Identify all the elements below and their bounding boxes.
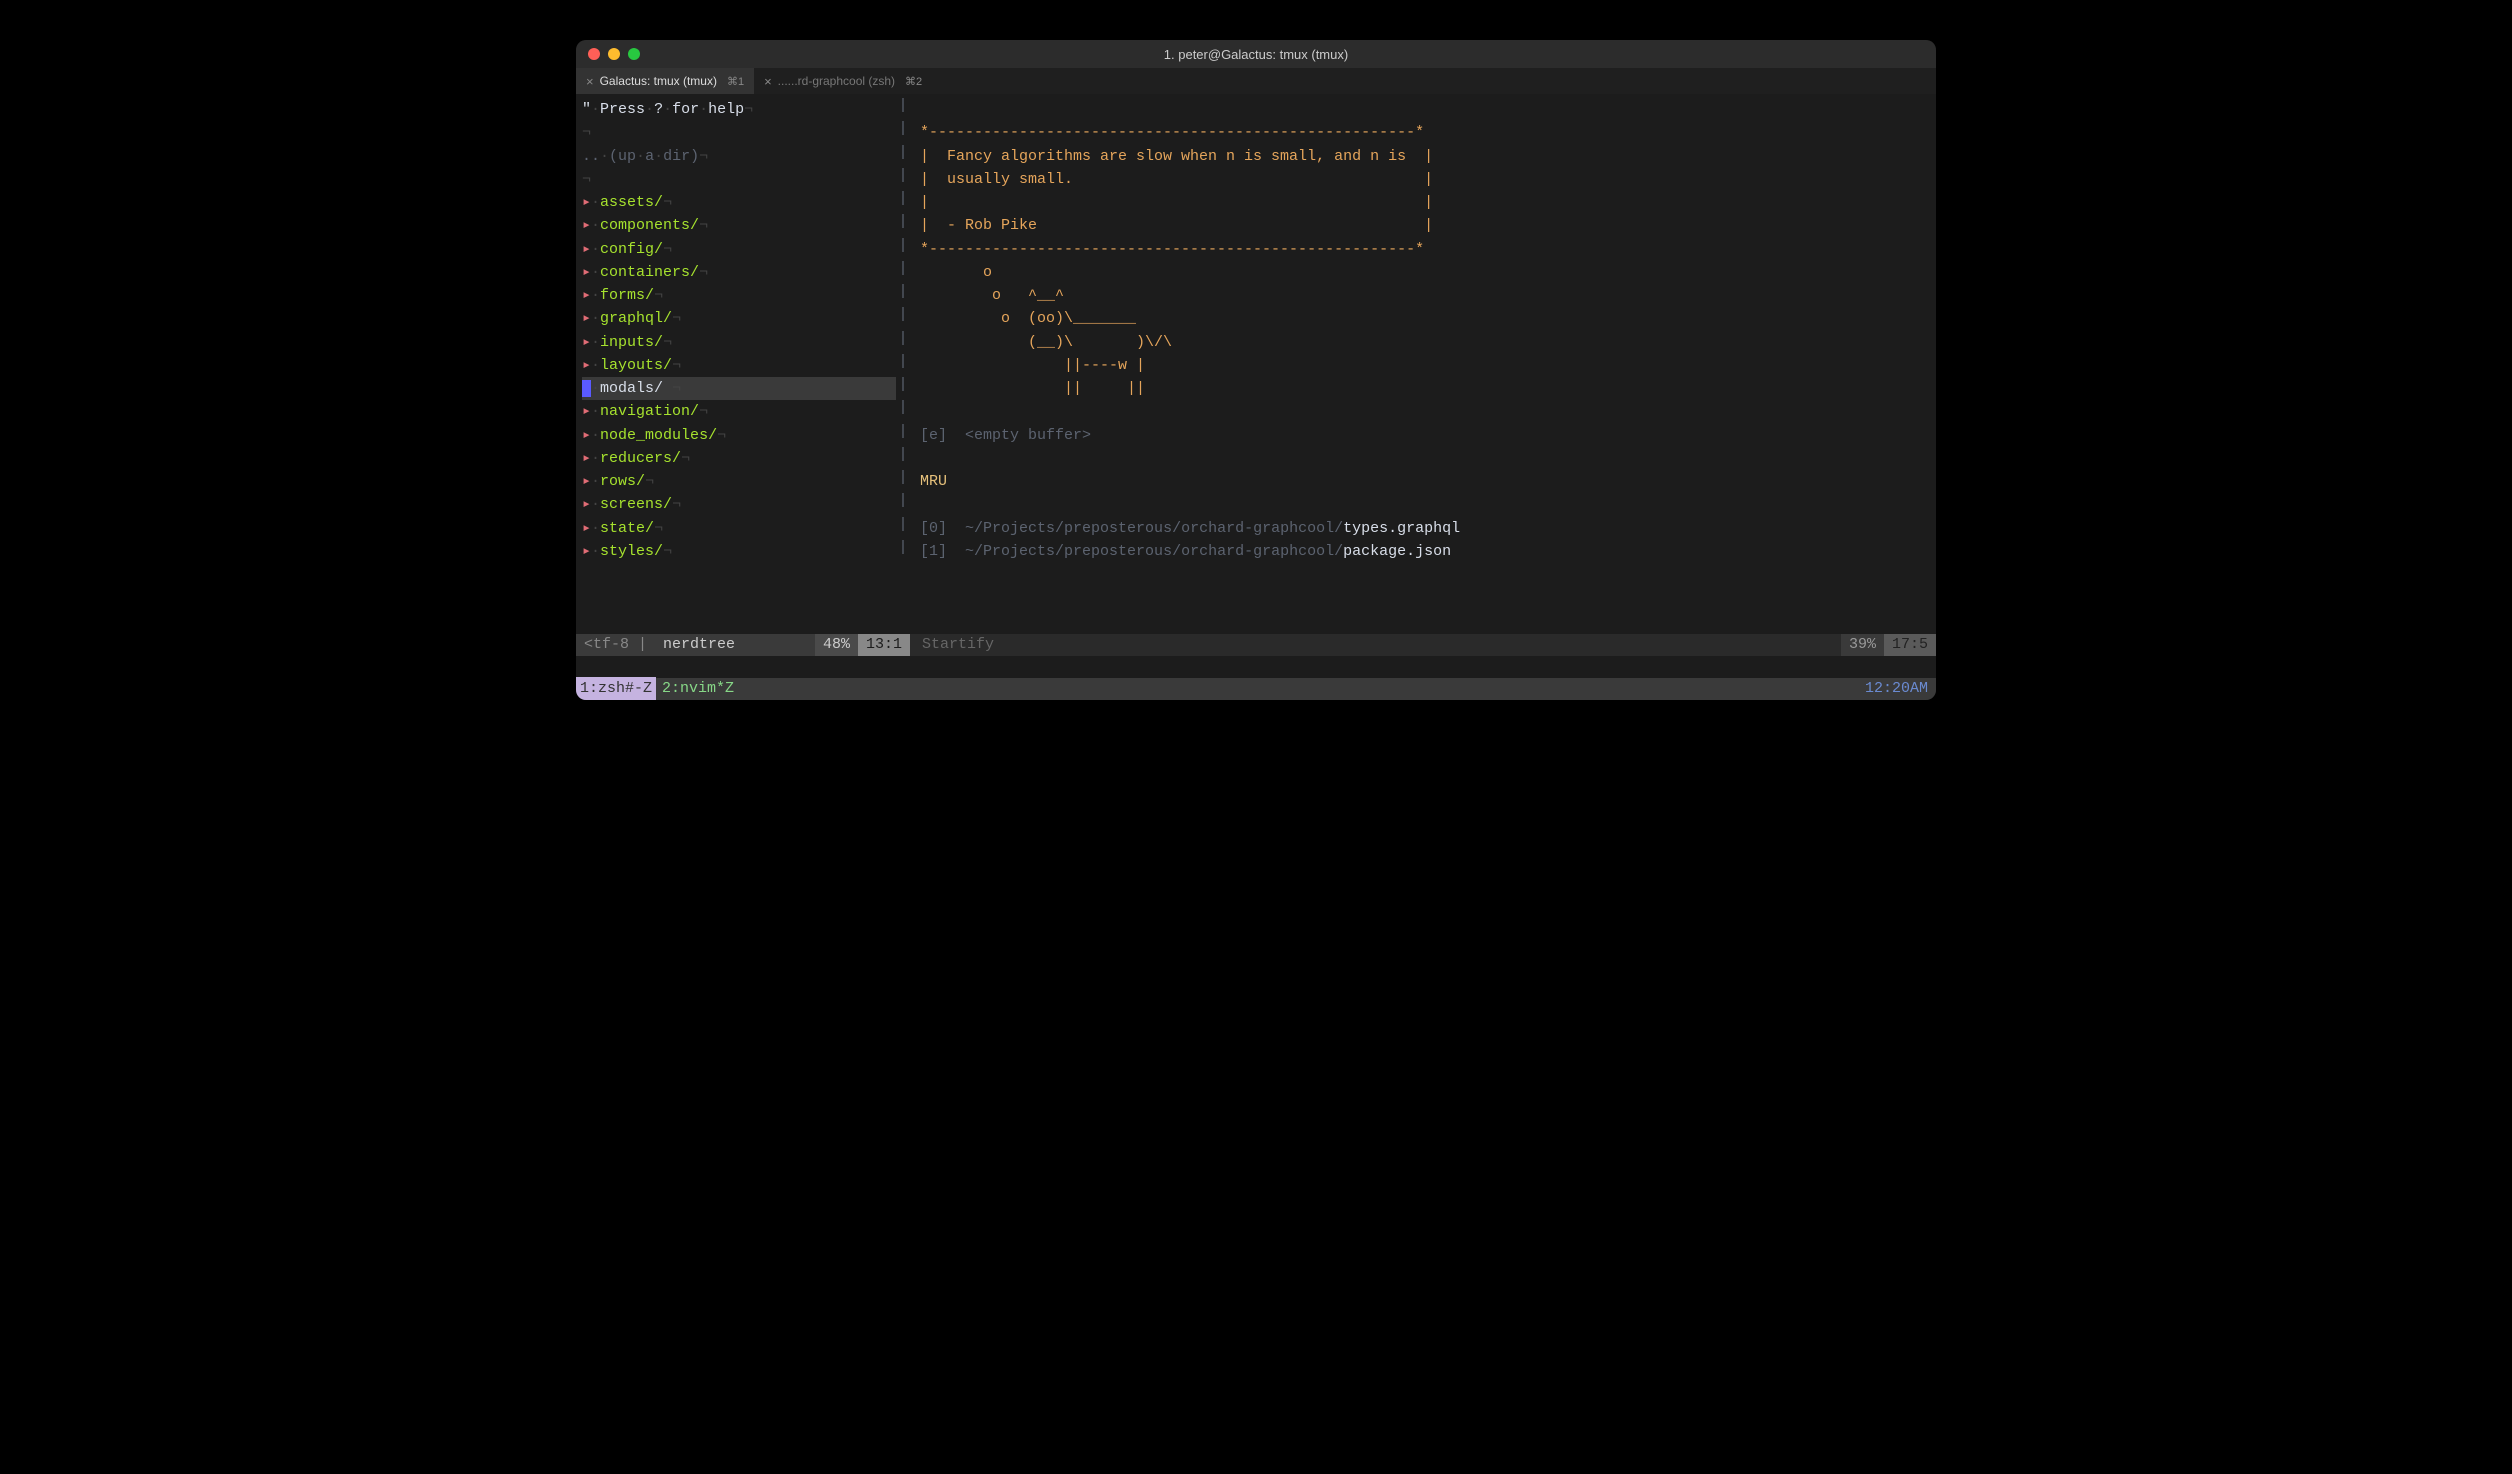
nerdtree-pane[interactable]: "·Press·?·for·help¬¬..·(up·a·dir)¬¬▸·ass… — [576, 94, 896, 634]
minimize-window-button[interactable] — [608, 48, 620, 60]
tmux-statusbar: 1:zsh#-Z 2:nvim*Z 12:20AM — [576, 678, 1936, 700]
tab-shortcut: ⌘1 — [727, 75, 744, 88]
nerdtree-dir[interactable]: ▸·layouts/¬ — [582, 354, 896, 377]
nerdtree-dir[interactable]: ▸·assets/¬ — [582, 191, 896, 214]
traffic-lights — [588, 48, 640, 60]
terminal-tab-2[interactable]: × ......rd-graphcool (zsh) ⌘2 — [754, 68, 932, 94]
nerdtree-dir[interactable]: ▸·graphql/¬ — [582, 307, 896, 330]
cow-art: (__)\ )\/\ — [920, 331, 1936, 354]
startify-blank — [920, 400, 1936, 423]
nerdtree-dir[interactable]: ▸·config/¬ — [582, 238, 896, 261]
statusbar-buffer-name: nerdtree — [655, 634, 743, 656]
nerdtree-dir[interactable]: ▸·navigation/¬ — [582, 400, 896, 423]
zoom-window-button[interactable] — [628, 48, 640, 60]
quote-border: *---------------------------------------… — [920, 121, 1936, 144]
nerdtree-dir[interactable]: ▸·reducers/¬ — [582, 447, 896, 470]
tab-label: ......rd-graphcool (zsh) — [778, 74, 895, 88]
tab-shortcut: ⌘2 — [905, 75, 922, 88]
window-title: 1. peter@Galactus: tmux (tmux) — [576, 47, 1936, 62]
nerdtree-dir[interactable]: ▸·rows/¬ — [582, 470, 896, 493]
status-bars: <tf-8 | nerdtree 48% 13:1 Startify 39% 1… — [576, 634, 1936, 656]
tmux-window-2[interactable]: 2:nvim*Z — [656, 677, 740, 700]
startify-pane[interactable]: *---------------------------------------… — [910, 94, 1936, 634]
nerdtree-hint: "·Press·?·for·help¬ — [582, 98, 896, 121]
cow-art: || || — [920, 377, 1936, 400]
cow-art: o (oo)\_______ — [920, 307, 1936, 330]
startify-blank — [920, 98, 1936, 121]
nerdtree-dir[interactable]: ▸·state/¬ — [582, 517, 896, 540]
statusbar-position: 17:5 — [1884, 634, 1936, 656]
statusbar-startify: Startify 39% 17:5 — [910, 634, 1936, 656]
startify-mru-header: MRU — [920, 470, 1936, 493]
statusbar-encoding: <tf-8 | — [576, 634, 655, 656]
statusbar-nerdtree: <tf-8 | nerdtree 48% 13:1 — [576, 634, 910, 656]
nerdtree-dir[interactable]: ▸·containers/¬ — [582, 261, 896, 284]
cow-art: ||----w | — [920, 354, 1936, 377]
startify-empty-buffer[interactable]: [e] <empty buffer> — [920, 424, 1936, 447]
nerdtree-dir[interactable]: ▸·styles/¬ — [582, 540, 896, 563]
nerdtree-dir[interactable]: ▸·components/¬ — [582, 214, 896, 237]
nerdtree-dir[interactable]: ▸·node_modules/¬ — [582, 424, 896, 447]
nerdtree-blank: ¬ — [582, 121, 896, 144]
quote-line: | | — [920, 191, 1936, 214]
editor-split: "·Press·?·for·help¬¬..·(up·a·dir)¬¬▸·ass… — [576, 94, 1936, 634]
nerdtree-dir[interactable]: ▸·modals/ ¬ — [582, 377, 896, 400]
statusbar-percent: 39% — [1841, 634, 1884, 656]
statusbar-position: 13:1 — [858, 634, 910, 656]
cow-art: o — [920, 261, 1936, 284]
nerdtree-dir[interactable]: ▸·forms/¬ — [582, 284, 896, 307]
startify-mru-item[interactable]: [0] ~/Projects/preposterous/orchard-grap… — [920, 517, 1936, 540]
quote-line: | - Rob Pike | — [920, 214, 1936, 237]
terminal-tab-1[interactable]: × Galactus: tmux (tmux) ⌘1 — [576, 68, 754, 94]
quote-border: *---------------------------------------… — [920, 238, 1936, 261]
close-tab-icon[interactable]: × — [586, 74, 594, 89]
tmux-gap — [576, 656, 1936, 678]
tmux-window-1[interactable]: 1:zsh#-Z — [576, 677, 656, 700]
terminal-content[interactable]: "·Press·?·for·help¬¬..·(up·a·dir)¬¬▸·ass… — [576, 94, 1936, 700]
quote-line: | usually small. | — [920, 168, 1936, 191]
quote-line: | Fancy algorithms are slow when n is sm… — [920, 145, 1936, 168]
tab-bar: × Galactus: tmux (tmux) ⌘1 × ......rd-gr… — [576, 68, 1936, 94]
nerdtree-dir[interactable]: ▸·inputs/¬ — [582, 331, 896, 354]
startify-blank — [920, 447, 1936, 470]
statusbar-percent: 48% — [815, 634, 858, 656]
cow-art: o ^__^ — [920, 284, 1936, 307]
close-window-button[interactable] — [588, 48, 600, 60]
statusbar-buffer-name: Startify — [910, 634, 1002, 656]
close-tab-icon[interactable]: × — [764, 74, 772, 89]
tab-label: Galactus: tmux (tmux) — [600, 74, 717, 88]
terminal-window: 1. peter@Galactus: tmux (tmux) × Galactu… — [576, 40, 1936, 700]
tmux-clock: 12:20AM — [1865, 677, 1936, 700]
startify-blank — [920, 493, 1936, 516]
nerdtree-dir[interactable]: ▸·screens/¬ — [582, 493, 896, 516]
startify-mru-item[interactable]: [1] ~/Projects/preposterous/orchard-grap… — [920, 540, 1936, 563]
split-border: | | | | | | | | | | | | | | | | | | | | — [896, 94, 910, 634]
nerdtree-updir[interactable]: ..·(up·a·dir)¬ — [582, 145, 896, 168]
nerdtree-root[interactable]: ¬ — [582, 168, 896, 191]
titlebar: 1. peter@Galactus: tmux (tmux) — [576, 40, 1936, 68]
